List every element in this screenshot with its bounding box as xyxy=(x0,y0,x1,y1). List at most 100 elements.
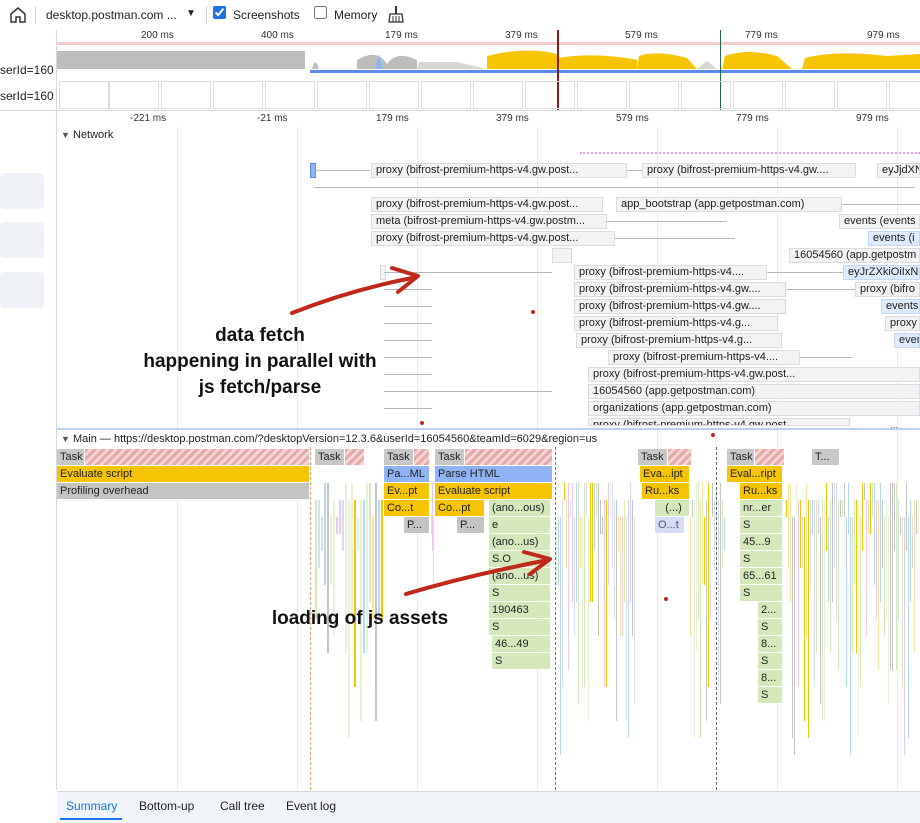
recording-select[interactable]: desktop.postman.com ... xyxy=(46,8,177,22)
network-request[interactable]: proxy (bifrost-premium-https-v4.gw.post xyxy=(588,418,850,426)
compile-block[interactable]: Co...t xyxy=(384,500,430,516)
network-request[interactable]: proxy (bifrost-premium-https-v4.gw.post.… xyxy=(588,367,920,382)
network-request[interactable]: eyJrZXkiOiIxN xyxy=(843,265,920,280)
evaluate-script-block[interactable]: Eva...ipt xyxy=(640,466,690,482)
tab-bottom-up[interactable]: Bottom-up xyxy=(139,793,194,819)
expand-triangle-icon[interactable]: ▼ xyxy=(61,130,70,140)
function-block[interactable]: S xyxy=(758,619,783,635)
network-request[interactable]: proxy (bifrost-premium-https-v4.gw.post.… xyxy=(371,197,603,212)
network-request-bar[interactable] xyxy=(552,248,572,263)
screenshot-thumb[interactable] xyxy=(161,81,211,109)
profiling-overhead-block[interactable]: Profiling overhead xyxy=(57,483,310,499)
function-block[interactable]: (ano...ous) xyxy=(489,500,551,516)
screenshot-thumb[interactable] xyxy=(265,81,315,109)
function-block[interactable]: P... xyxy=(457,517,485,533)
function-block[interactable]: 65...61 xyxy=(740,568,783,584)
function-block[interactable]: 190463 xyxy=(489,602,551,618)
long-task-hatch[interactable] xyxy=(668,449,692,465)
function-block[interactable]: S xyxy=(740,551,783,567)
network-request[interactable]: eyJjdXN xyxy=(877,163,920,178)
function-block[interactable]: S xyxy=(758,653,783,669)
network-request[interactable]: proxy (bifrost-premium-https-v4.g... xyxy=(574,316,778,331)
screenshot-thumb[interactable] xyxy=(681,81,731,109)
network-request[interactable]: 16054560 (app.getpostm xyxy=(789,248,920,263)
function-block[interactable]: (ano...us) xyxy=(489,568,551,584)
network-request[interactable]: proxy (bifrost-premium-https-v4.gw.... xyxy=(574,299,786,314)
function-block[interactable]: S.O xyxy=(489,551,551,567)
network-request[interactable]: events (i xyxy=(868,231,920,246)
screenshot-thumb[interactable] xyxy=(525,81,575,109)
network-request[interactable]: proxy (bifrost-premium-https-v4.gw.... xyxy=(642,163,856,178)
function-block[interactable]: 45...9 xyxy=(740,534,783,550)
network-request[interactable]: proxy (bifrost-premium-https-v4.gw.post.… xyxy=(371,231,615,246)
function-block[interactable]: 46...49 xyxy=(492,636,551,652)
network-request[interactable]: meta (bifrost-premium-https-v4.gw.postm.… xyxy=(371,214,607,229)
parse-html-block[interactable]: Parse HTML xyxy=(435,466,553,482)
function-block[interactable]: S xyxy=(489,619,551,635)
network-request[interactable]: 16054560 (app.getpostman.com) xyxy=(588,384,920,399)
network-request[interactable]: events xyxy=(881,299,920,314)
network-request[interactable]: app_bootstrap (app.getpostman.com) xyxy=(616,197,842,212)
network-request[interactable]: proxy xyxy=(885,316,920,331)
tab-event-log[interactable]: Event log xyxy=(286,793,336,819)
memory-checkbox[interactable] xyxy=(314,6,327,19)
screenshot-thumb[interactable] xyxy=(889,81,920,109)
long-task-hatch[interactable] xyxy=(465,449,553,465)
evaluate-script-block[interactable]: Eval...ript xyxy=(727,466,783,482)
chevron-down-icon[interactable]: ▼ xyxy=(186,8,196,19)
function-block[interactable]: P... xyxy=(404,517,430,533)
evaluate-script-block[interactable]: Ev...pt xyxy=(384,483,430,499)
network-request[interactable]: proxy (bifrost-premium-https-v4.... xyxy=(608,350,800,365)
screenshots-checkbox[interactable] xyxy=(213,6,226,19)
home-icon[interactable] xyxy=(9,6,27,24)
expand-triangle-icon[interactable]: ▼ xyxy=(61,434,70,444)
network-request[interactable]: ever xyxy=(894,333,920,348)
task-block[interactable]: Task xyxy=(727,449,755,465)
network-request[interactable]: proxy (bifrost-premium-https-v4.gw.post.… xyxy=(371,163,627,178)
screenshot-thumb[interactable] xyxy=(473,81,523,109)
screenshot-thumb[interactable] xyxy=(837,81,887,109)
task-block[interactable]: T... xyxy=(812,449,840,465)
function-block[interactable]: S xyxy=(740,585,783,601)
function-block[interactable]: 8... xyxy=(758,636,783,652)
screenshot-thumb[interactable] xyxy=(317,81,367,109)
screenshot-thumb[interactable] xyxy=(785,81,835,109)
task-block[interactable]: Task xyxy=(57,449,85,465)
compile-block[interactable]: Co...pt xyxy=(435,500,485,516)
long-task-hatch[interactable] xyxy=(345,449,365,465)
screenshot-thumb[interactable] xyxy=(213,81,263,109)
task-block[interactable]: Task xyxy=(638,449,668,465)
run-microtasks-block[interactable]: Ru...ks xyxy=(642,483,690,499)
screenshot-thumb[interactable] xyxy=(109,81,159,109)
function-block[interactable]: S xyxy=(492,653,551,669)
function-block[interactable]: S xyxy=(489,585,551,601)
screenshot-thumb[interactable] xyxy=(59,81,109,109)
run-microtasks-block[interactable]: Ru...ks xyxy=(740,483,783,499)
long-task-hatch[interactable] xyxy=(85,449,310,465)
task-block[interactable]: Task xyxy=(435,449,465,465)
screenshot-thumb[interactable] xyxy=(629,81,679,109)
evaluate-script-block[interactable]: Evaluate script xyxy=(435,483,553,499)
network-request[interactable]: events (events xyxy=(839,214,920,229)
main-track-header[interactable]: ▼ Main — https://desktop.postman.com/?de… xyxy=(61,433,920,447)
function-block[interactable]: nr...er xyxy=(740,500,783,516)
network-request[interactable]: proxy (bifrost-premium-https-v4.gw.... xyxy=(574,282,786,297)
parse-html-block[interactable]: Pa...ML xyxy=(384,466,430,482)
timeline-overview[interactable]: 200 ms 400 ms 179 ms 379 ms 579 ms 779 m… xyxy=(57,30,920,110)
broom-icon[interactable] xyxy=(388,5,404,23)
network-request[interactable]: proxy (bifrost-premium-https-v4.g... xyxy=(576,333,782,348)
function-block[interactable]: (ano...us) xyxy=(489,534,551,550)
tab-summary[interactable]: Summary xyxy=(66,793,117,819)
function-block[interactable]: 2... xyxy=(758,602,783,618)
screenshot-thumb[interactable] xyxy=(733,81,783,109)
task-block[interactable]: Task xyxy=(384,449,414,465)
function-block[interactable]: e xyxy=(489,517,551,533)
function-block[interactable]: S xyxy=(758,687,783,703)
function-block[interactable]: O...t xyxy=(655,517,685,533)
function-block[interactable]: 8... xyxy=(758,670,783,686)
network-request[interactable]: proxy (bifrost-premium-https-v4.... xyxy=(574,265,767,280)
task-block[interactable]: Task xyxy=(315,449,345,465)
screenshot-thumb[interactable] xyxy=(421,81,471,109)
function-block[interactable]: (...) xyxy=(655,500,690,516)
network-request[interactable]: organizations (app.getpostman.com) xyxy=(588,401,920,416)
